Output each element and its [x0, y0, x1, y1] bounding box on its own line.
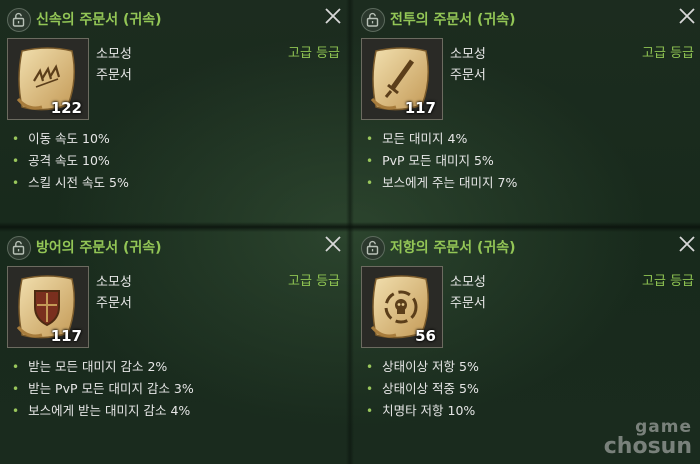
item-type-label: 소모성 [96, 275, 132, 290]
close-icon[interactable] [676, 5, 698, 27]
close-icon[interactable] [322, 5, 344, 27]
lock-icon[interactable] [361, 236, 385, 260]
stat-list: • 모든 대미지 4% • PvP 모든 대미지 5% • 보스에게 주는 대미지 7… [366, 128, 517, 194]
item-type-label: 소모성 [96, 47, 132, 62]
watermark-logo: game chosun [604, 419, 692, 458]
item-count: 56 [415, 327, 436, 345]
stat-item: • 보스에게 주는 대미지 7% [366, 175, 518, 190]
stat-item: • 공격 속도 10% [12, 153, 110, 168]
shield-scroll-icon: 117 [7, 266, 89, 348]
lock-icon[interactable] [7, 236, 31, 260]
item-category-label: 주문서 [96, 68, 132, 83]
wing-scroll-icon: 122 [7, 38, 89, 120]
item-grade: 고급 등급 [288, 46, 340, 61]
item-category-label: 주문서 [450, 296, 486, 311]
stat-list: • 이동 속도 10% • 공격 속도 10% • 스킬 시전 속도 5% [12, 128, 129, 194]
stat-item: • 보스에게 받는 대미지 감소 4% [12, 403, 191, 418]
stat-item: • 치명타 저항 10% [366, 403, 476, 418]
item-type-label: 소모성 [450, 275, 486, 290]
item-grade: 고급 등급 [288, 274, 340, 289]
item-title: 저항의 주문서 (귀속) [390, 240, 516, 256]
close-icon[interactable] [676, 233, 698, 255]
stat-item: • 이동 속도 10% [12, 131, 110, 146]
item-title: 신속의 주문서 (귀속) [36, 12, 162, 28]
stat-item: • 받는 모든 대미지 감소 2% [12, 359, 168, 374]
lock-icon[interactable] [361, 8, 385, 32]
stat-item: • 상태이상 적중 5% [366, 381, 479, 396]
stat-item: • 모든 대미지 4% [366, 131, 468, 146]
stat-list: • 상태이상 저항 5% • 상태이상 적중 5% • 치명타 저항 10% [366, 356, 479, 422]
stat-list: • 받는 모든 대미지 감소 2% • 받는 PvP 모든 대미지 감소 3% • 보… [12, 356, 194, 422]
skull-scroll-icon: 56 [361, 266, 443, 348]
item-count: 117 [50, 327, 82, 345]
sword-scroll-icon: 117 [361, 38, 443, 120]
item-tooltip-defense: 방어의 주문서 (귀속) 117 소모성 주문서 고급 등급 • 받는 모든 대미… [0, 228, 346, 456]
stat-item: • PvP 모든 대미지 5% [366, 153, 494, 168]
lock-icon[interactable] [7, 8, 31, 32]
stat-item: • 받는 PvP 모든 대미지 감소 3% [12, 381, 194, 396]
stat-item: • 스킬 시전 속도 5% [12, 175, 129, 190]
item-grade: 고급 등급 [642, 46, 694, 61]
item-category-label: 주문서 [450, 68, 486, 83]
vertical-divider [346, 0, 354, 464]
item-tooltip-combat: 전투의 주문서 (귀속) 117 소모성 주문서 고급 등급 • 모든 대미지 4… [354, 0, 700, 228]
item-category-label: 주문서 [96, 296, 132, 311]
item-grade: 고급 등급 [642, 274, 694, 289]
item-title: 방어의 주문서 (귀속) [36, 240, 162, 256]
watermark-line2: chosun [603, 434, 692, 459]
stat-item: • 상태이상 저항 5% [366, 359, 479, 374]
item-title: 전투의 주문서 (귀속) [390, 12, 516, 28]
item-count: 117 [404, 99, 436, 117]
close-icon[interactable] [322, 233, 344, 255]
item-count: 122 [50, 99, 82, 117]
item-type-label: 소모성 [450, 47, 486, 62]
item-tooltip-swiftness: 신속의 주문서 (귀속) 122 소모성 주문서 고급 등급 • 이동 속도 10… [0, 0, 346, 228]
